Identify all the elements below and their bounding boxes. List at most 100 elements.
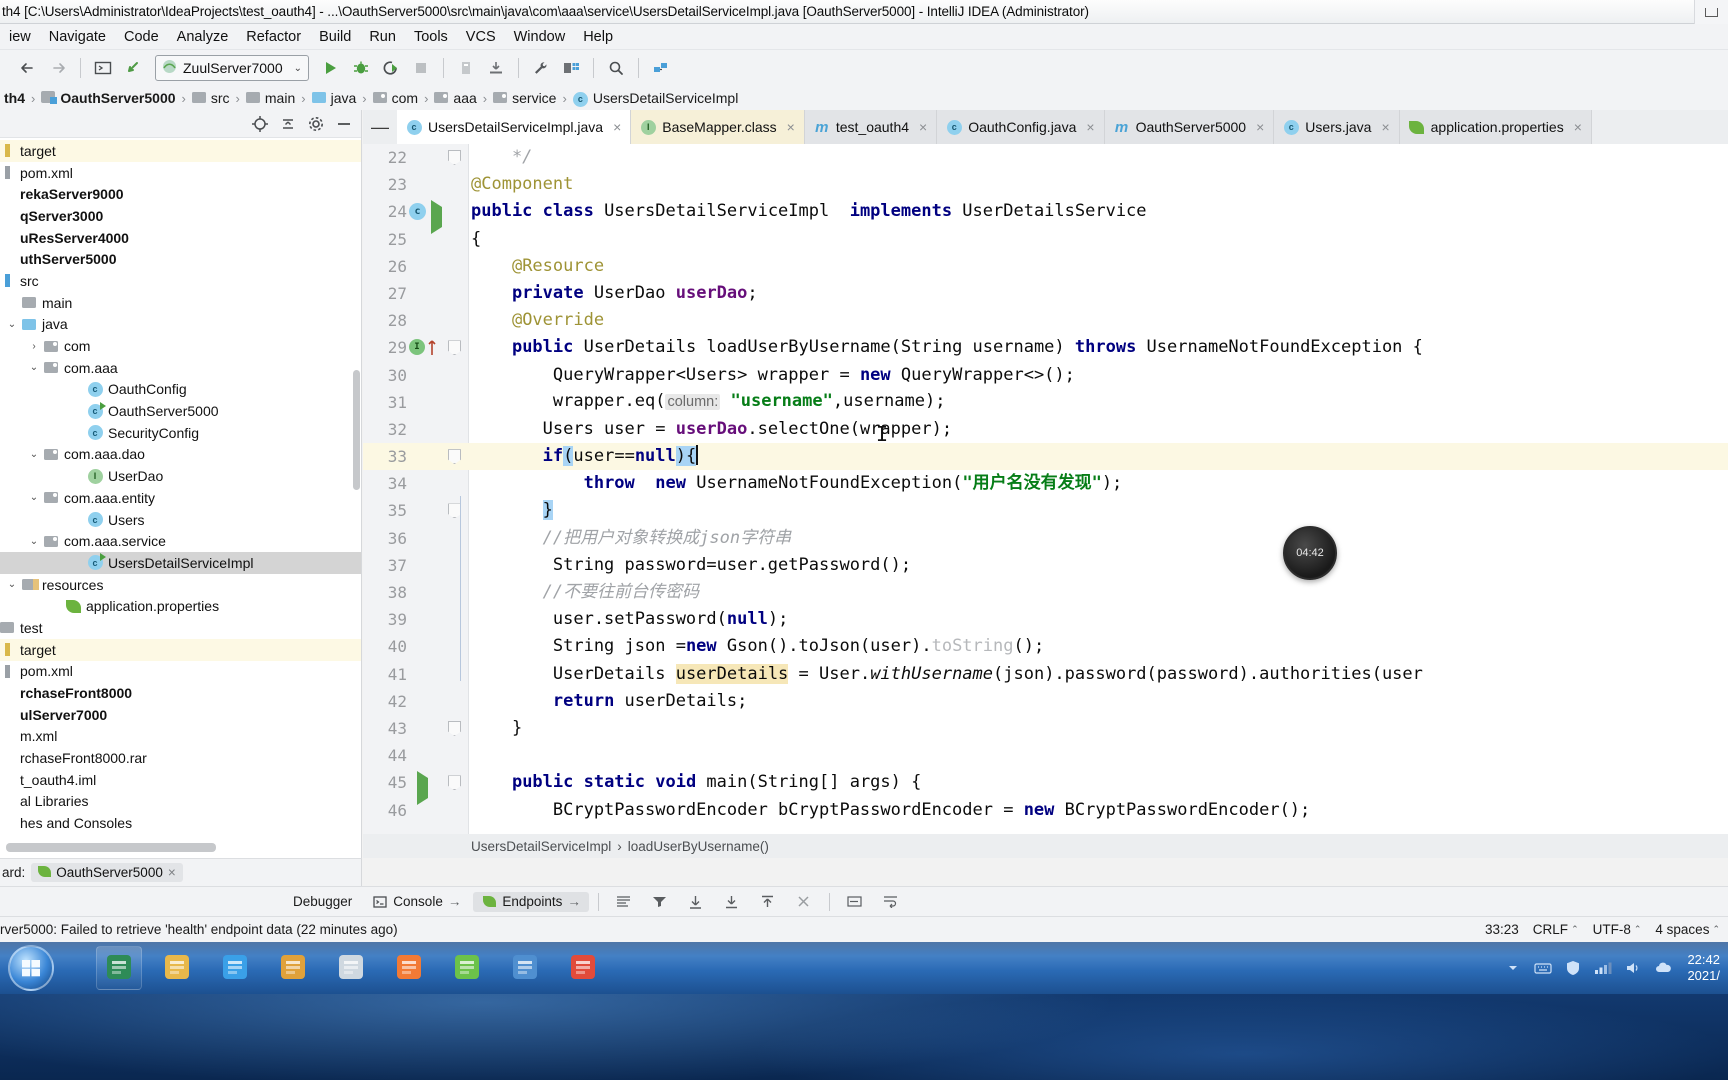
file-encoding[interactable]: UTF-8 ⌃ (1593, 922, 1642, 937)
run-button[interactable] (317, 55, 345, 81)
spring-bean-gutter-icon[interactable]: c (409, 203, 426, 221)
floating-clock-widget[interactable]: 04:42 (1283, 526, 1337, 580)
close-icon[interactable]: × (919, 119, 927, 135)
settings-toolbar-button[interactable] (875, 892, 907, 912)
volume-icon[interactable] (1623, 958, 1643, 978)
project-tree-vertical-scrollbar[interactable] (353, 370, 360, 490)
taskbar-file-manager-icon[interactable] (154, 946, 200, 990)
code-line[interactable]: 29 I public UserDetails loadUserByUsernam… (363, 334, 1728, 361)
menu-item-vcs[interactable]: VCS (457, 27, 505, 47)
tree-expand-arrow-icon[interactable]: ⌄ (4, 579, 20, 590)
close-icon[interactable]: × (168, 865, 176, 880)
code-line[interactable]: 35 } (363, 497, 1728, 524)
tree-row[interactable]: target (0, 140, 361, 162)
code-line[interactable]: 32 Users user = userDao.selectOne(wrappe… (363, 416, 1728, 443)
tree-expand-arrow-icon[interactable]: ⌄ (26, 492, 42, 503)
gear-icon[interactable] (305, 114, 327, 134)
code-line[interactable]: 44 (363, 742, 1728, 769)
code-folding-start-icon[interactable] (448, 775, 461, 791)
project-structure-button[interactable] (557, 55, 585, 81)
code-line[interactable]: 26 @Resource (363, 253, 1728, 280)
editor-tab-usersdetailserviceimpl-java[interactable]: c UsersDetailServiceImpl.java × (397, 110, 632, 144)
open-in-terminal-button[interactable] (89, 55, 117, 81)
tree-row[interactable]: ⌄ com.aaa.service (0, 530, 361, 552)
minimize-button[interactable] (1694, 0, 1728, 24)
taskbar-calculator-icon[interactable] (270, 946, 316, 990)
code-line[interactable]: 46 BCryptPasswordEncoder bCryptPasswordE… (363, 797, 1728, 824)
toolwindow-debugger[interactable]: Debugger (264, 892, 360, 912)
tree-row[interactable]: c Users (0, 509, 361, 531)
build-project-button[interactable] (452, 55, 480, 81)
tree-row[interactable]: qServer3000 (0, 205, 361, 227)
tree-expand-arrow-icon[interactable]: › (26, 341, 42, 352)
tree-expand-arrow-icon[interactable]: ⌄ (26, 362, 42, 373)
implementing-method-gutter-icon[interactable]: I (409, 339, 425, 356)
taskbar-intellij-idea-icon[interactable] (386, 946, 432, 990)
breadcrumb-method[interactable]: loadUserByUsername() (628, 839, 769, 854)
menu-item-tools[interactable]: Tools (405, 27, 457, 47)
network-icon[interactable] (1593, 958, 1613, 978)
code-line[interactable]: 33 if(user==null){ (363, 443, 1728, 471)
breadcrumb-item-java[interactable]: java (308, 90, 361, 106)
breadcrumb-item-usersdetailserviceimpl[interactable]: c UsersDetailServiceImpl (569, 89, 742, 107)
code-folding-start-icon[interactable] (448, 449, 461, 465)
tree-row[interactable]: I UserDao (0, 465, 361, 487)
install-button[interactable] (482, 55, 510, 81)
menu-item-refactor[interactable]: Refactor (237, 27, 310, 47)
tree-row[interactable]: ⌄ com.aaa.entity (0, 487, 361, 509)
tree-row[interactable]: ⌄ com.aaa (0, 357, 361, 379)
code-line[interactable]: 22 */ (363, 144, 1728, 171)
menu-item-code[interactable]: Code (115, 27, 168, 47)
editor-tab-test-oauth4[interactable]: m test_oauth4 × (804, 110, 938, 144)
run-with-coverage-button[interactable] (377, 55, 405, 81)
code-line[interactable]: 27 private UserDao userDao; (363, 280, 1728, 307)
code-line[interactable]: 31 wrapper.eq(column: "username",usernam… (363, 389, 1728, 416)
console-list-button[interactable] (608, 892, 640, 912)
tree-row[interactable]: rekaServer9000 (0, 183, 361, 205)
code-folding-end-icon[interactable] (448, 720, 461, 736)
collapse-all-icon[interactable] (277, 114, 299, 134)
tree-row[interactable]: rchaseFront8000 (0, 682, 361, 704)
taskbar-media-player-icon[interactable] (212, 946, 258, 990)
tree-row[interactable]: ⌄ com.aaa.dao (0, 444, 361, 466)
maven-reload-button[interactable] (647, 55, 675, 81)
clear-all-button[interactable] (788, 892, 820, 912)
update-project-button[interactable] (119, 55, 147, 81)
run-configuration-selector[interactable]: ZuulServer7000 ⌄ (155, 55, 309, 81)
tree-row[interactable]: c UsersDetailServiceImpl (0, 552, 361, 574)
breadcrumb-item-service[interactable]: service (489, 90, 560, 106)
breadcrumb-item-src[interactable]: src (188, 90, 234, 106)
import-button[interactable] (752, 892, 784, 912)
tree-row[interactable]: m.xml (0, 726, 361, 748)
tree-expand-arrow-icon[interactable]: ⌄ (4, 319, 20, 330)
code-line[interactable]: 34 throw new UsernameNotFoundException("… (363, 470, 1728, 497)
tree-row[interactable]: application.properties (0, 595, 361, 617)
tree-row[interactable]: main (0, 292, 361, 314)
code-line[interactable]: 24 c public class UsersDetailServiceImpl i… (363, 198, 1728, 235)
close-icon[interactable]: × (787, 119, 795, 135)
security-shield-icon[interactable] (1563, 958, 1583, 978)
taskbar-browser-icon[interactable] (444, 946, 490, 990)
close-icon[interactable]: × (613, 119, 621, 135)
locate-file-icon[interactable] (249, 114, 271, 134)
tree-row[interactable]: src (0, 270, 361, 292)
editor-tab-basemapper-class[interactable]: I BaseMapper.class × (631, 110, 805, 144)
breadcrumb-class[interactable]: UsersDetailServiceImpl (471, 839, 611, 854)
code-line[interactable]: 43 } (363, 715, 1728, 742)
board-run-chip[interactable]: OauthServer5000 × (31, 863, 183, 882)
tree-row[interactable]: uResServer4000 (0, 227, 361, 249)
menu-item-run[interactable]: Run (360, 27, 405, 47)
tree-expand-arrow-icon[interactable]: ⌄ (26, 449, 42, 460)
breadcrumb-item-main[interactable]: main (242, 90, 299, 106)
tree-row[interactable]: ⌄ resources (0, 574, 361, 596)
code-line[interactable]: 38 //不要往前台传密码 (363, 579, 1728, 606)
tree-row[interactable]: c SecurityConfig (0, 422, 361, 444)
cloud-icon[interactable] (1653, 958, 1673, 978)
tray-expand-icon[interactable] (1503, 958, 1523, 978)
menu-item-build[interactable]: Build (310, 27, 360, 47)
code-line[interactable]: 40 String json =new Gson().toJson(user).… (363, 633, 1728, 660)
stop-button[interactable] (407, 55, 435, 81)
menu-item-iew[interactable]: iew (0, 27, 40, 47)
code-folding-start-icon[interactable] (448, 340, 461, 356)
taskbar-terminal-icon[interactable] (502, 946, 548, 990)
